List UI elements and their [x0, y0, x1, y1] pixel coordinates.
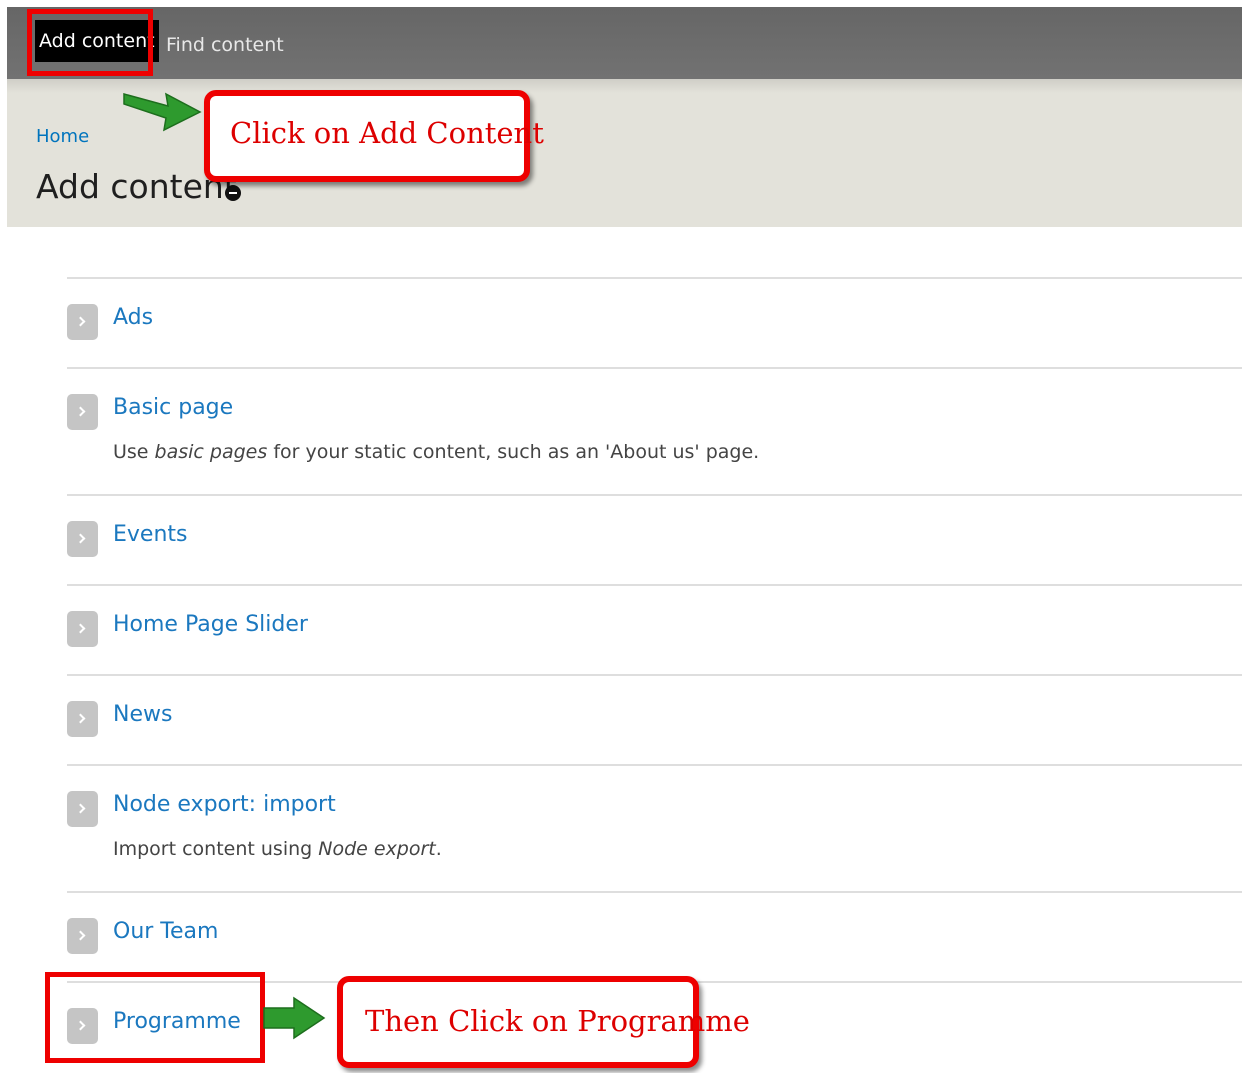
chevron-right-icon — [67, 611, 98, 647]
chevron-right-icon — [67, 701, 98, 737]
list-item: Our Team — [67, 891, 1242, 981]
toolbar-find-content-link[interactable]: Find content — [166, 25, 284, 65]
content-type-link-basic-page[interactable]: Basic page — [113, 395, 233, 420]
content-type-link-ads[interactable]: Ads — [113, 305, 153, 330]
list-item: Node export: import Import content using… — [67, 764, 1242, 891]
remove-shortcut-icon[interactable] — [225, 185, 241, 201]
list-item: Events — [67, 494, 1242, 584]
chevron-right-icon — [67, 304, 98, 340]
list-item: Home Page Slider — [67, 584, 1242, 674]
content-type-description: Import content using Node export. — [113, 838, 442, 860]
green-arrow-icon — [263, 996, 326, 1040]
content-type-list: Ads Basic page Use basic pages for your … — [67, 277, 1242, 1073]
annotation-callout-step2: Then Click on Programme — [337, 976, 750, 1068]
breadcrumb-home-link[interactable]: Home — [36, 126, 89, 147]
content-type-link-our-team[interactable]: Our Team — [113, 919, 218, 944]
chevron-right-icon — [67, 394, 98, 430]
annotation-callout-step1: Click on Add Content — [204, 90, 544, 182]
annotation-text-step2: Then Click on Programme — [365, 1004, 750, 1038]
list-item: Basic page Use basic pages for your stat… — [67, 367, 1242, 494]
green-arrow-icon — [123, 92, 202, 132]
chevron-right-icon — [67, 521, 98, 557]
highlight-programme — [45, 972, 265, 1063]
content-type-description: Use basic pages for your static content,… — [113, 441, 760, 463]
list-item: News — [67, 674, 1242, 764]
list-item: Ads — [67, 277, 1242, 367]
content-type-link-news[interactable]: News — [113, 702, 172, 727]
highlight-add-content — [27, 9, 153, 76]
annotation-text-step1: Click on Add Content — [230, 116, 544, 150]
content-type-link-home-page-slider[interactable]: Home Page Slider — [113, 612, 308, 637]
chevron-right-icon — [67, 791, 98, 827]
chevron-right-icon — [67, 918, 98, 954]
admin-toolbar: Add content Find content — [7, 7, 1242, 79]
content-type-link-node-export-import[interactable]: Node export: import — [113, 792, 336, 817]
content-type-link-events[interactable]: Events — [113, 522, 188, 547]
